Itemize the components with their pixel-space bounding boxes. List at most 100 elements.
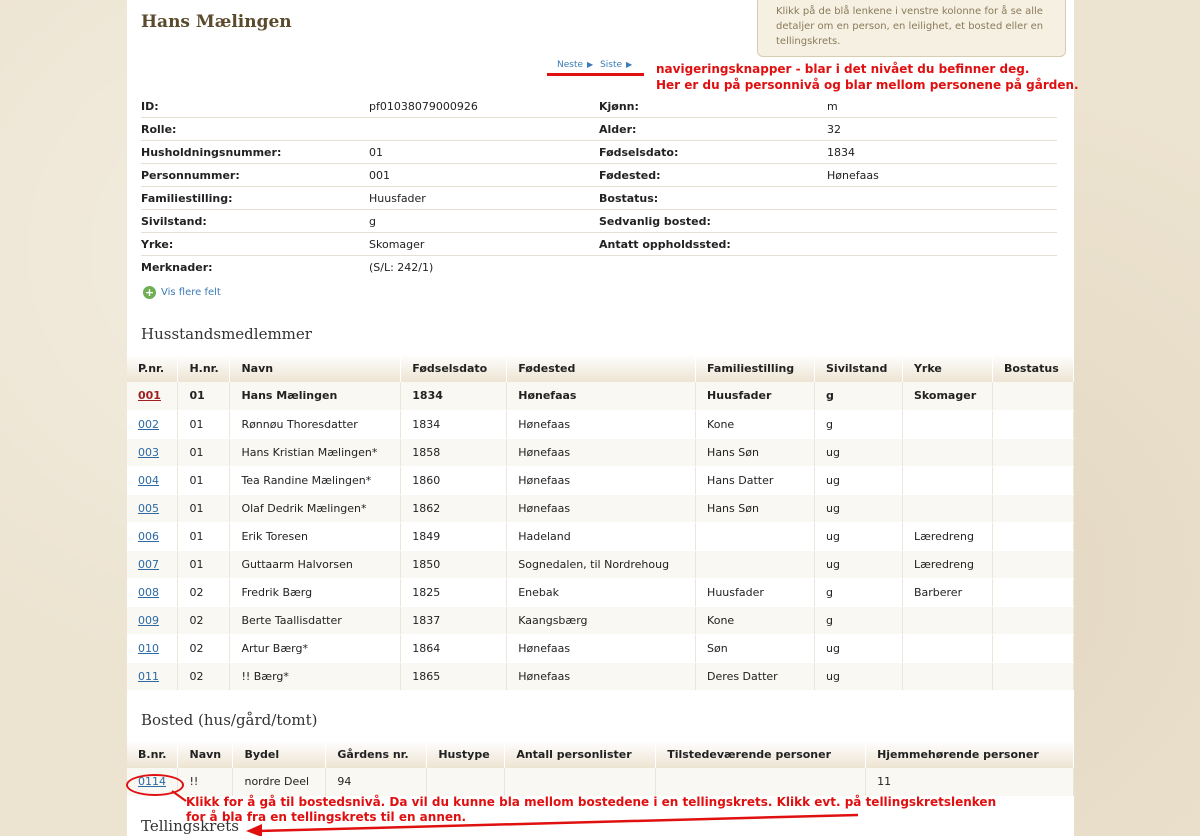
more-fields-link[interactable]: + Vis flere felt: [143, 286, 221, 299]
table-cell[interactable]: 010: [127, 634, 179, 663]
table-cell[interactable]: 007: [127, 550, 179, 579]
next-arrow-icon[interactable]: ▶: [587, 60, 593, 69]
table-cell: Guttaarm Halvorsen: [229, 550, 402, 579]
table-cell: ug: [814, 438, 903, 467]
table-cell: [902, 662, 993, 691]
person-link[interactable]: 003: [138, 446, 159, 459]
person-link[interactable]: 011: [138, 670, 159, 683]
table-cell: !! Bærg*: [229, 662, 402, 691]
detail-label: ID:: [141, 99, 159, 113]
table-cell: Læredreng: [902, 550, 993, 579]
table-cell: 1825: [400, 578, 508, 607]
table-cell: !!: [177, 768, 234, 797]
table-cell[interactable]: 008: [127, 578, 179, 607]
bosted-annotation-line-2: for å bla fra en tellingskrets til en an…: [186, 810, 467, 824]
table-cell: [992, 438, 1075, 467]
nav-annotation-line-2: Her er du på personnivå og blar mellom p…: [656, 78, 1079, 92]
nav-annotation-line-1: navigeringsknapper - blar i det nivået d…: [656, 62, 1030, 76]
person-link[interactable]: 005: [138, 502, 159, 515]
detail-label: Bostatus:: [599, 191, 659, 205]
table-cell: Fredrik Bærg: [229, 578, 402, 607]
info-text: Klikk på de blå lenkene i venstre kolonn…: [776, 6, 1044, 47]
table-row: 004 01 Tea Randine Mælingen* 1860 Hønefaas Ha…: [127, 466, 1075, 495]
residence-table: B.nr. Navn Bydel Gårdens nr. Hustype Antall p…: [127, 741, 1074, 797]
table-cell: Hønefaas: [506, 410, 697, 439]
column-header: Hustype: [426, 741, 506, 768]
person-link[interactable]: 010: [138, 642, 159, 655]
person-link[interactable]: 004: [138, 474, 159, 487]
table-cell[interactable]: 001: [127, 382, 179, 411]
last-arrow-icon[interactable]: ▶: [626, 60, 632, 69]
person-link[interactable]: 009: [138, 614, 159, 627]
table-row: 003 01 Hans Kristian Mælingen* 1858 Hønefaas…: [127, 438, 1075, 467]
table-cell: Sognedalen, til Nordrehoug: [506, 550, 697, 579]
next-link[interactable]: Neste: [557, 60, 583, 70]
table-cell: nordre Deel: [232, 768, 327, 797]
table-cell: [426, 768, 506, 797]
person-link[interactable]: 006: [138, 530, 159, 543]
table-cell: Hønefaas: [506, 438, 697, 467]
table-row: 011 02!! Bærg* 1865 Hønefaas Deres Datter ug: [127, 662, 1075, 691]
table-cell: Kone: [695, 410, 815, 439]
residence-heading: Bosted (hus/gård/tomt): [141, 711, 318, 729]
table-cell: [695, 522, 815, 551]
detail-label: Sedvanlig bosted:: [599, 214, 711, 228]
table-cell: [992, 522, 1075, 551]
table-cell: Huusfader: [695, 382, 815, 411]
table-cell: Enebak: [506, 578, 697, 607]
table-cell[interactable]: 005: [127, 494, 179, 523]
table-cell: Hønefaas: [506, 662, 697, 691]
person-link[interactable]: 008: [138, 586, 159, 599]
table-cell: 02: [177, 662, 231, 691]
table-cell[interactable]: 004: [127, 466, 179, 495]
detail-label: Fødselsdato:: [599, 145, 679, 159]
table-cell: Hans Datter: [695, 466, 815, 495]
table-cell: g: [814, 410, 903, 439]
last-link[interactable]: Siste: [600, 60, 622, 70]
detail-row: Merknader: (S/L: 242/1): [141, 256, 1057, 279]
table-cell: 02: [177, 634, 231, 663]
table-cell: [992, 634, 1075, 663]
person-link[interactable]: 002: [138, 418, 159, 431]
table-cell: ug: [814, 522, 903, 551]
table-cell: Skomager: [902, 382, 993, 411]
table-cell: [902, 494, 993, 523]
person-link[interactable]: 001: [138, 389, 161, 402]
detail-label: Husholdningsnummer:: [141, 145, 282, 159]
column-header: Navn: [177, 741, 234, 768]
table-row: 002 01 Rønnøu Thoresdatter 1834 Hønefaas Kone…: [127, 410, 1075, 439]
detail-value: m: [827, 99, 838, 113]
table-cell[interactable]: 009: [127, 606, 179, 635]
table-cell: ug: [814, 662, 903, 691]
table-row: 007 01 Guttaarm Halvorsen 1850 Sognedalen, t…: [127, 550, 1075, 579]
table-cell[interactable]: 011: [127, 662, 179, 691]
column-header: Gårdens nr.: [325, 741, 428, 768]
table-cell: 01: [177, 410, 231, 439]
table-cell: 94: [325, 768, 428, 797]
table-cell: 02: [177, 578, 231, 607]
detail-value: (S/L: 242/1): [369, 261, 434, 274]
table-cell: [992, 410, 1075, 439]
table-cell: [902, 606, 993, 635]
column-header: B.nr.: [127, 741, 179, 768]
plus-icon[interactable]: +: [143, 286, 156, 299]
table-cell: 02: [177, 606, 231, 635]
table-cell: Læredreng: [902, 522, 993, 551]
table-cell: ug: [814, 550, 903, 579]
person-link[interactable]: 007: [138, 558, 159, 571]
detail-label: Sivilstand:: [141, 214, 207, 228]
detail-label: Personnummer:: [141, 168, 240, 182]
more-fields-label[interactable]: Vis flere felt: [161, 287, 221, 298]
table-cell[interactable]: 006: [127, 522, 179, 551]
column-header: Antall personlister: [504, 741, 657, 768]
table-cell: [992, 606, 1075, 635]
table-cell: ug: [814, 466, 903, 495]
table-cell: 1858: [400, 438, 508, 467]
table-cell: Artur Bærg*: [229, 634, 402, 663]
table-cell[interactable]: 003: [127, 438, 179, 467]
detail-value: 32: [827, 122, 841, 136]
column-header: Fødselsdato: [400, 355, 508, 382]
table-cell[interactable]: 002: [127, 410, 179, 439]
detail-row: Husholdningsnummer: 01 Fødselsdato: 1834: [141, 141, 1057, 164]
table-cell: Hønefaas: [506, 494, 697, 523]
